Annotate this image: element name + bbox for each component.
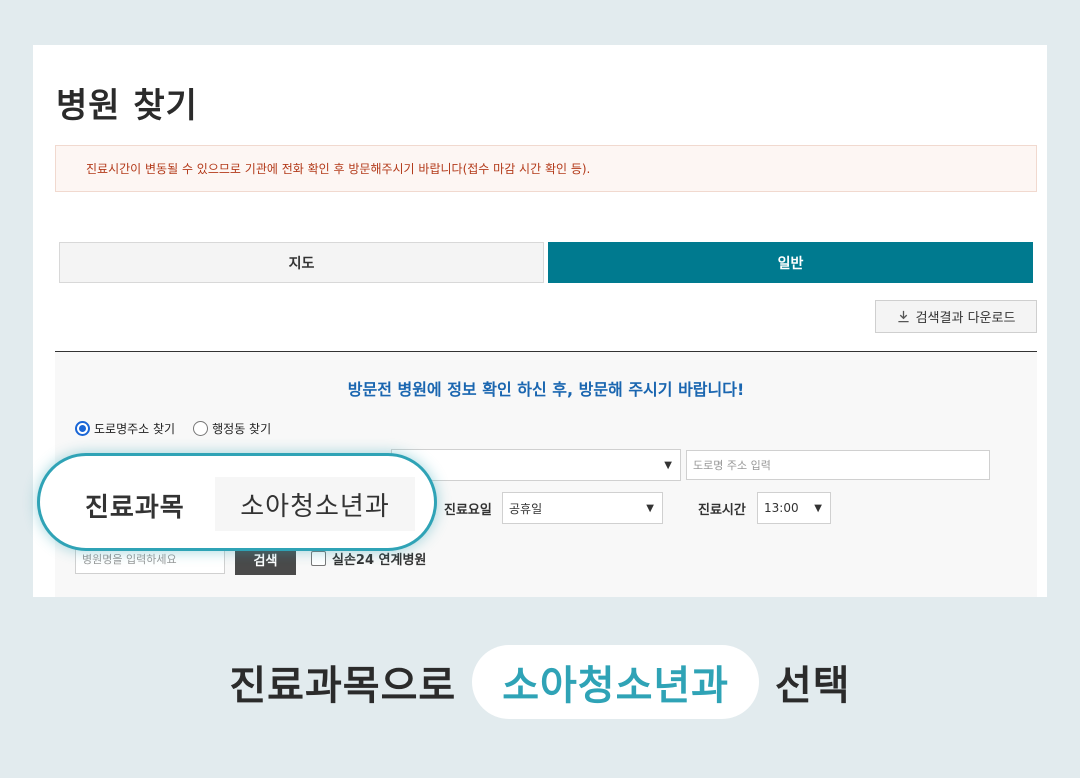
- road-address-input[interactable]: [686, 450, 990, 480]
- notice-banner: 진료시간이 변동될 수 있으므로 기관에 전화 확인 후 방문해주시기 바랍니다…: [55, 145, 1037, 192]
- radio-road-address-dot[interactable]: [75, 421, 90, 436]
- district-select[interactable]: 구 ▼: [391, 449, 681, 481]
- department-select-value: 소아청소년과: [240, 491, 390, 522]
- tab-map[interactable]: 지도: [59, 242, 544, 283]
- chevron-down-icon: ▼: [664, 460, 672, 471]
- search-heading: 방문전 병원에 정보 확인 하신 후, 방문해 주시기 바랍니다!: [347, 380, 745, 399]
- download-results-label: 검색결과 다운로드: [915, 311, 1016, 326]
- tab-general[interactable]: 일반: [548, 242, 1033, 283]
- download-results-button[interactable]: 검색결과 다운로드: [875, 300, 1037, 333]
- notice-text: 진료시간이 변동될 수 있으므로 기관에 전화 확인 후 방문해주시기 바랍니다…: [86, 162, 591, 176]
- radio-admin-dong[interactable]: 행정동 찾기: [193, 420, 271, 437]
- radio-admin-dong-label: 행정동 찾기: [212, 422, 272, 436]
- department-label: 진료과목: [85, 493, 185, 523]
- silson24-checkbox-label: 실손24 연계병원: [332, 553, 427, 568]
- tab-map-label: 지도: [288, 255, 315, 272]
- instruction-caption: 진료과목으로 소아청소년과 선택: [0, 645, 1080, 719]
- radio-road-address-label: 도로명주소 찾기: [94, 422, 176, 436]
- chevron-down-icon: ▼: [814, 503, 822, 514]
- radio-road-address[interactable]: 도로명주소 찾기: [75, 420, 175, 437]
- address-type-radio-group: 도로명주소 찾기 행정동 찾기: [75, 420, 271, 437]
- day-select-value: 공휴일: [509, 501, 543, 516]
- time-label: 진료시간: [698, 503, 746, 518]
- caption-highlight: 소아청소년과: [472, 645, 759, 719]
- radio-admin-dong-dot[interactable]: [193, 421, 209, 436]
- department-select[interactable]: 소아청소년과: [215, 477, 415, 531]
- day-select[interactable]: 공휴일 ▼: [502, 492, 663, 524]
- department-zoom-callout: 진료과목 소아청소년과: [37, 453, 437, 551]
- silson24-checkbox-box[interactable]: [311, 551, 326, 566]
- tab-general-label: 일반: [777, 255, 804, 272]
- caption-prefix: 진료과목으로: [229, 663, 457, 709]
- chevron-down-icon: ▼: [646, 503, 654, 514]
- time-select-value: 13:00: [764, 501, 799, 515]
- download-icon: [897, 310, 909, 323]
- time-select[interactable]: 13:00 ▼: [757, 492, 831, 524]
- search-button-label: 검색: [253, 554, 278, 569]
- page-title: 병원 찾기: [56, 86, 198, 126]
- silson24-checkbox[interactable]: 실손24 연계병원: [311, 549, 426, 568]
- day-label: 진료요일: [444, 503, 492, 518]
- caption-suffix: 선택: [775, 663, 851, 709]
